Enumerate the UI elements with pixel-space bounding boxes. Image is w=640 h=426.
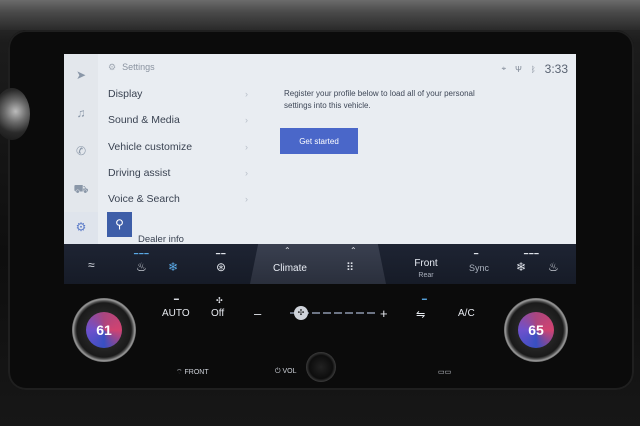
chevron-up-icon: ⌃ [284, 246, 291, 255]
passenger-seat-heat-icon[interactable]: ♨ [548, 260, 559, 274]
chevron-right-icon: › [245, 168, 248, 178]
menu-item-dealer-info[interactable]: Dealer info [138, 230, 278, 244]
side-rail: ➤ ♫ ✆ ⛟ ⚙ [64, 54, 98, 244]
grid-menu-icon[interactable]: ⠿ [346, 261, 354, 274]
settings-header: ⚙ Settings [108, 62, 155, 73]
fan-increase-button[interactable]: + [380, 306, 388, 321]
driver-temp-value: 61 [96, 322, 112, 338]
sync-button[interactable]: Sync [464, 263, 494, 273]
location-icon: ⌖ [501, 64, 507, 73]
search-button[interactable]: ⚲ [107, 212, 132, 237]
search-icon: ⚲ [115, 217, 124, 231]
navigation-icon[interactable]: ➤ [72, 66, 90, 84]
climate-tab[interactable]: Climate [270, 263, 310, 274]
driver-temp-display: 61 [86, 312, 122, 348]
passenger-seat-level: ━━━ [524, 251, 540, 258]
menu-item-display[interactable]: Display › [108, 84, 248, 104]
vol-key-label: VOL [282, 368, 297, 375]
defrost-icon: ⌔ [176, 369, 185, 376]
steering-heat-level: ━━ [216, 251, 227, 258]
menu-item-driving-assist[interactable]: Driving assist › [108, 163, 248, 183]
seat-heat-level: ━━━ [134, 251, 150, 258]
antenna-icon: Ψ [515, 64, 522, 74]
power-volume-key[interactable]: ⏻ VOL [275, 368, 297, 376]
passenger-seat-vent-icon[interactable]: ❄ [516, 260, 526, 274]
side-knob[interactable] [0, 88, 30, 140]
driver-temp-dial[interactable]: 61 [72, 298, 136, 362]
seat-vent-icon[interactable]: ❄ [168, 260, 178, 274]
car-icon[interactable]: ⛟ [72, 180, 90, 198]
status-bar: ⌖ Ψ ᛒ 3:33 [502, 62, 568, 76]
hvac-panel: ━ AUTO ✣ Off – ✣ + ━ ⇋ A/C [64, 290, 576, 344]
passenger-temp-dial[interactable]: 65 [504, 298, 568, 362]
menu-item-label: Voice & Search [108, 193, 180, 205]
fan-slider-knob[interactable]: ✣ [294, 306, 308, 320]
front-label[interactable]: Front [410, 258, 442, 269]
front-key-label: FRONT [184, 369, 209, 376]
touchscreen: ➤ ♫ ✆ ⛟ ⚙ ⚙ Settings Display › Sound & Me… [64, 54, 576, 244]
get-started-button[interactable]: Get started [280, 128, 358, 154]
recirc-indicator: ━ [422, 295, 427, 304]
menu-item-label: Driving assist [108, 167, 171, 179]
menu-item-label: Dealer info [138, 234, 184, 244]
seat-heat-icon[interactable]: ♨ [136, 260, 147, 274]
steering-heat-icon[interactable]: ⊛ [216, 260, 226, 274]
volume-knob[interactable] [306, 352, 336, 382]
sync-indicator: ━ [474, 251, 480, 258]
bluetooth-icon: ᛒ [530, 64, 536, 74]
climate-bar: ≈ ━━━ ♨ ❄ ━━ ⊛ ⌃ Climate ⌃ ⠿ Front Rear … [64, 244, 576, 284]
rear-defrost-icon: ▭▭ [438, 369, 452, 376]
menu-item-sound-media[interactable]: Sound & Media › [108, 110, 248, 130]
chevron-up-icon: ⌃ [350, 246, 357, 255]
fan-icon: ✣ [216, 296, 223, 305]
passenger-temp-value: 65 [528, 322, 544, 338]
menu-item-voice-search[interactable]: Voice & Search › [108, 189, 248, 209]
chevron-right-icon: › [245, 194, 248, 204]
gear-icon: ⚙ [108, 62, 117, 72]
passenger-temp-display: 65 [518, 312, 554, 348]
chevron-right-icon: › [245, 89, 248, 99]
recirculation-icon[interactable]: ⇋ [416, 308, 425, 321]
menu-item-label: Display [108, 88, 143, 100]
fan-status: Off [211, 308, 225, 319]
auto-indicator: ━ [174, 295, 179, 304]
top-trim [0, 0, 640, 30]
rear-label[interactable]: Rear [410, 272, 442, 279]
chevron-right-icon: › [245, 115, 248, 125]
auto-button[interactable]: AUTO [162, 308, 190, 319]
airflow-icon[interactable]: ≈ [88, 258, 95, 272]
fan-decrease-button[interactable]: – [254, 306, 261, 321]
music-icon[interactable]: ♫ [72, 104, 90, 122]
profile-message: Register your profile below to load all … [284, 89, 475, 110]
menu-item-label: Vehicle customize [108, 141, 193, 153]
chevron-right-icon: › [245, 142, 248, 152]
menu-item-vehicle-customize[interactable]: Vehicle customize › [108, 137, 248, 157]
settings-gear-icon[interactable]: ⚙ [72, 218, 90, 236]
phone-icon[interactable]: ✆ [72, 142, 90, 160]
rear-defrost-key[interactable]: ▭▭ [438, 368, 451, 376]
menu-item-label: Sound & Media [108, 114, 180, 126]
settings-title: Settings [122, 62, 155, 72]
front-defrost-key[interactable]: ⌔ FRONT [176, 368, 209, 377]
ac-button[interactable]: A/C [458, 308, 475, 319]
clock: 3:33 [544, 62, 568, 76]
